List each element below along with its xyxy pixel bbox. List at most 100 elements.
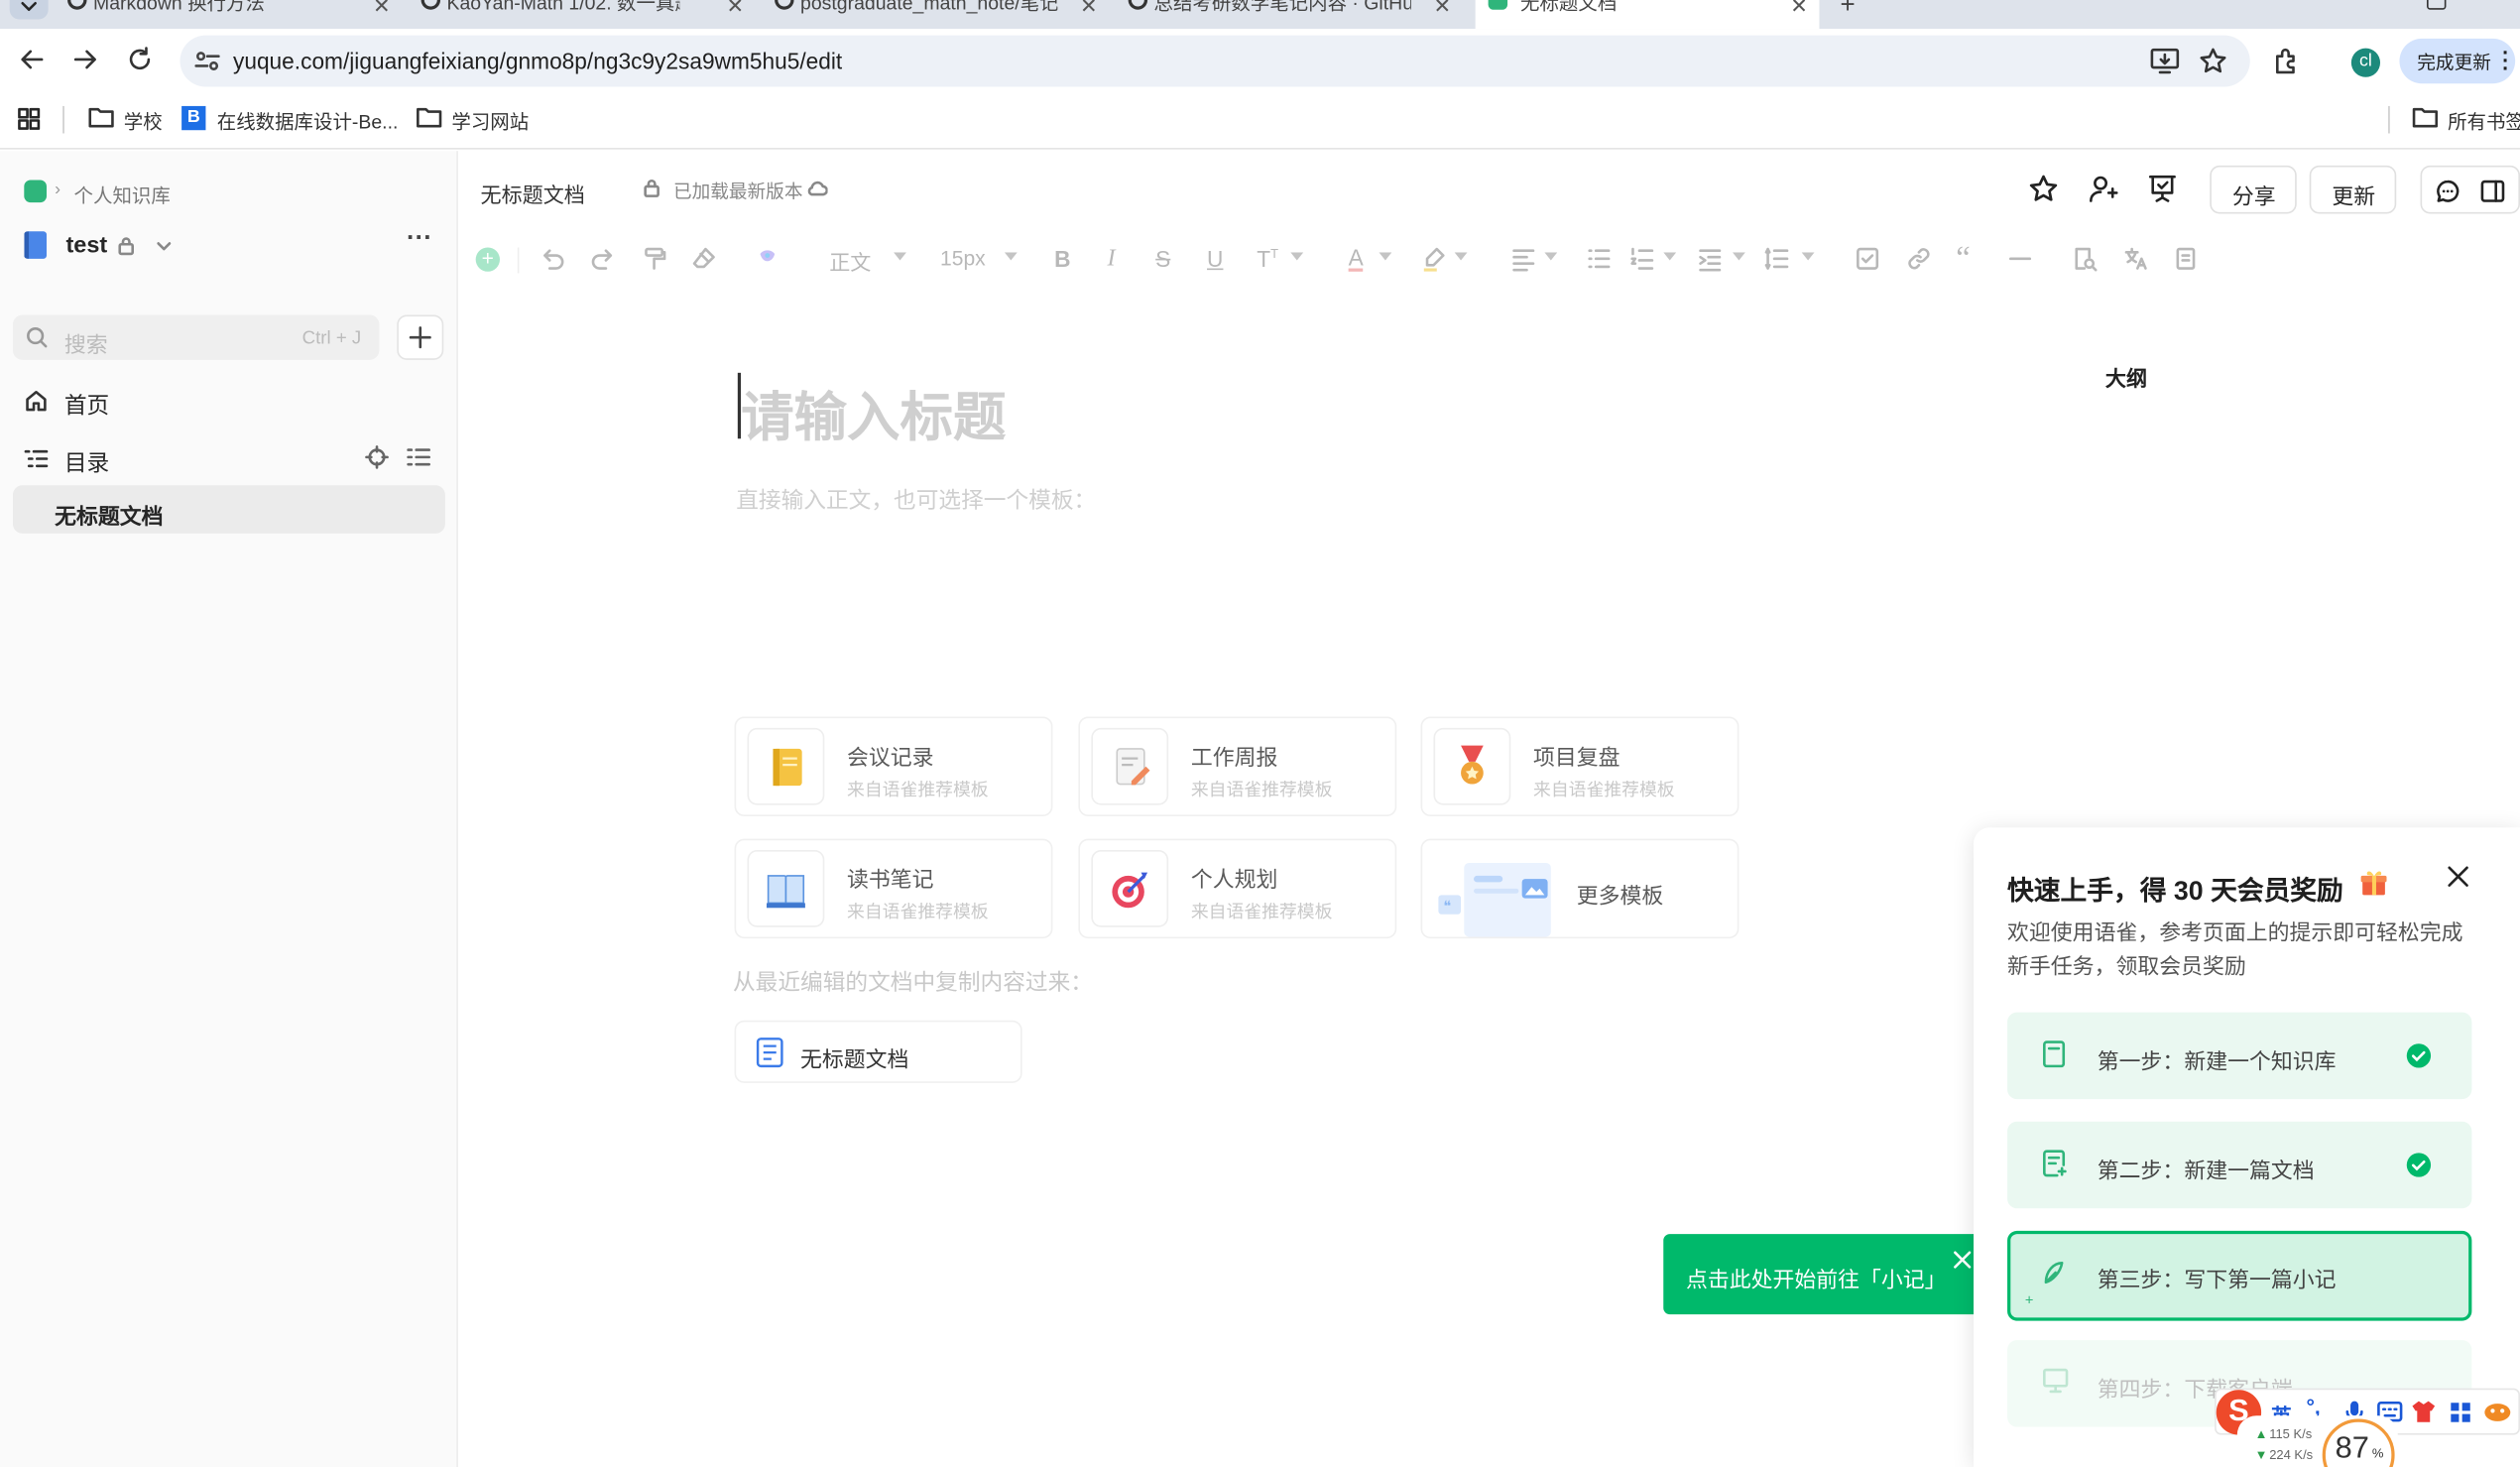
window-control-icon[interactable]: [2427, 0, 2447, 10]
ai-assistant-icon[interactable]: [756, 246, 781, 272]
doc-title[interactable]: 无标题文档: [481, 179, 585, 209]
chevron-down-icon[interactable]: [1290, 252, 1304, 261]
close-icon[interactable]: [2448, 866, 2468, 887]
chevron-down-icon[interactable]: [894, 252, 906, 261]
underline-icon[interactable]: U: [1207, 246, 1223, 272]
tab-close-icon[interactable]: ✕: [1434, 0, 1452, 19]
template-card[interactable]: 会议记录 来自语雀推荐模板: [734, 716, 1053, 816]
browser-tab[interactable]: KaoYan-Math 1/02. 数一真题 ✕: [412, 0, 762, 29]
browser-tab-active[interactable]: 无标题文档 ✕: [1475, 0, 1820, 30]
browser-tab[interactable]: Markdown 换行方法 ✕: [58, 0, 408, 29]
chevron-down-icon[interactable]: [1663, 252, 1677, 261]
onboarding-step-1[interactable]: 第一步：新建一个知识库: [2007, 1012, 2472, 1100]
toolbox-icon[interactable]: [2450, 1402, 2472, 1424]
strikethrough-icon[interactable]: S: [1155, 246, 1170, 272]
template-card[interactable]: 工作周报 来自语雀推荐模板: [1078, 716, 1397, 816]
sidebar-item-doc[interactable]: 无标题文档: [12, 485, 445, 534]
paragraph-style-select[interactable]: 正文: [829, 246, 871, 277]
recent-doc-card[interactable]: 无标题文档: [734, 1020, 1022, 1083]
onboarding-step-3[interactable]: + 第三步：写下第一篇小记: [2007, 1230, 2472, 1321]
favorite-star-icon[interactable]: [2028, 174, 2059, 204]
kb-switch-chevron-icon[interactable]: [156, 241, 172, 252]
text-size-icon[interactable]: TT: [1257, 246, 1278, 272]
divider-line-icon[interactable]: [2007, 246, 2033, 272]
ordered-list-icon[interactable]: [1629, 246, 1655, 272]
highlight-icon[interactable]: [1421, 246, 1447, 272]
checkbox-icon[interactable]: [1855, 246, 1880, 272]
reload-button[interactable]: [124, 44, 156, 75]
insert-plus-icon[interactable]: +: [475, 247, 500, 272]
tab-close-icon[interactable]: ✕: [726, 0, 744, 19]
bold-icon[interactable]: B: [1054, 246, 1070, 272]
add-button[interactable]: [397, 314, 444, 360]
sidebar-item-toc[interactable]: 目录: [13, 435, 445, 484]
add-collaborator-icon[interactable]: [2088, 174, 2118, 204]
tab-close-icon[interactable]: ✕: [373, 0, 391, 19]
tab-close-icon[interactable]: ✕: [1080, 0, 1098, 19]
font-color-icon[interactable]: A: [1348, 246, 1364, 272]
xiaoji-toast[interactable]: 点击此处开始前往「小记」: [1663, 1234, 1988, 1315]
bookmark-star-icon[interactable]: [2199, 47, 2227, 75]
present-icon[interactable]: [2147, 174, 2178, 204]
document-icon[interactable]: [2173, 246, 2199, 272]
redo-icon[interactable]: [590, 246, 616, 272]
onboarding-step-2[interactable]: 第二步：新建一篇文档: [2007, 1121, 2472, 1209]
title-input[interactable]: 请输入标题: [741, 374, 1006, 451]
update-button[interactable]: 更新: [2309, 165, 2397, 214]
forward-button[interactable]: [69, 44, 101, 75]
sidebar-item-home[interactable]: 首页: [13, 378, 445, 427]
comment-icon[interactable]: [2435, 179, 2460, 204]
search-input[interactable]: 搜索 Ctrl + J: [12, 314, 380, 360]
indent-icon[interactable]: [1697, 246, 1723, 272]
mascot-icon[interactable]: [2483, 1402, 2512, 1424]
tab-close-icon[interactable]: ✕: [1790, 0, 1808, 19]
translate-icon[interactable]: [2123, 246, 2149, 272]
font-size-select[interactable]: 15px: [940, 246, 986, 270]
bullet-list-icon[interactable]: [1586, 246, 1612, 272]
url-bar[interactable]: yuque.com/jiguangfeixiang/gnmo8p/ng3c9y2…: [180, 35, 2250, 87]
profile-avatar[interactable]: cl: [2350, 48, 2381, 77]
locate-icon[interactable]: [365, 445, 389, 469]
template-card[interactable]: 项目复盘 来自语雀推荐模板: [1420, 716, 1740, 816]
memory-usage-gauge[interactable]: 87 %: [2322, 1418, 2395, 1467]
back-button[interactable]: [16, 44, 48, 75]
body-placeholder[interactable]: 直接输入正文，也可选择一个模板：: [736, 484, 1096, 516]
extensions-icon[interactable]: [2272, 47, 2301, 75]
tab-list-chevron-icon[interactable]: [9, 0, 49, 20]
chevron-down-icon[interactable]: [1379, 252, 1392, 261]
site-info-icon[interactable]: [194, 50, 220, 72]
apps-grid-icon[interactable]: [18, 107, 41, 131]
url-text[interactable]: yuque.com/jiguangfeixiang/gnmo8p/ng3c9y2…: [233, 49, 842, 74]
browser-tab[interactable]: postgraduate_math_note/笔记 ✕: [765, 0, 1115, 29]
breadcrumb[interactable]: 个人知识库: [74, 182, 171, 209]
template-card[interactable]: ❝ 更多模板: [1420, 838, 1740, 939]
line-height-icon[interactable]: [1764, 246, 1790, 272]
install-app-icon[interactable]: [2150, 48, 2180, 74]
link-icon[interactable]: [1906, 246, 1932, 272]
undo-icon[interactable]: [540, 246, 566, 272]
format-painter-icon[interactable]: [642, 246, 667, 272]
template-card[interactable]: 个人规划 来自语雀推荐模板: [1078, 838, 1397, 939]
update-browser-button[interactable]: 完成更新 · · ·: [2399, 38, 2516, 84]
new-tab-button[interactable]: +: [1841, 0, 1856, 21]
yuque-logo-icon[interactable]: [24, 180, 47, 203]
quote-icon[interactable]: “: [1956, 243, 1970, 275]
search-replace-icon[interactable]: [2072, 246, 2098, 272]
toast-close-icon[interactable]: [1953, 1250, 1972, 1269]
share-button[interactable]: 分享: [2210, 165, 2297, 214]
chevron-down-icon[interactable]: [1801, 252, 1815, 261]
italic-icon[interactable]: I: [1108, 246, 1116, 274]
chevron-down-icon[interactable]: [1732, 252, 1745, 261]
kb-name[interactable]: test: [65, 233, 107, 259]
chevron-down-icon[interactable]: [1544, 252, 1558, 261]
align-icon[interactable]: [1510, 246, 1536, 272]
skin-icon[interactable]: [2411, 1400, 2437, 1423]
clear-format-icon[interactable]: [691, 246, 717, 272]
template-card[interactable]: 读书笔记 来自语雀推荐模板: [734, 838, 1053, 939]
kebab-menu-icon[interactable]: · · ·: [2502, 42, 2509, 78]
list-view-icon[interactable]: [407, 446, 430, 467]
chevron-down-icon[interactable]: [1004, 252, 1018, 261]
comment-panel-toggle[interactable]: [2420, 165, 2520, 214]
browser-tab[interactable]: 总结考研数学笔记内容 · GitHub ✕: [1119, 0, 1469, 29]
chevron-down-icon[interactable]: [1454, 252, 1468, 261]
